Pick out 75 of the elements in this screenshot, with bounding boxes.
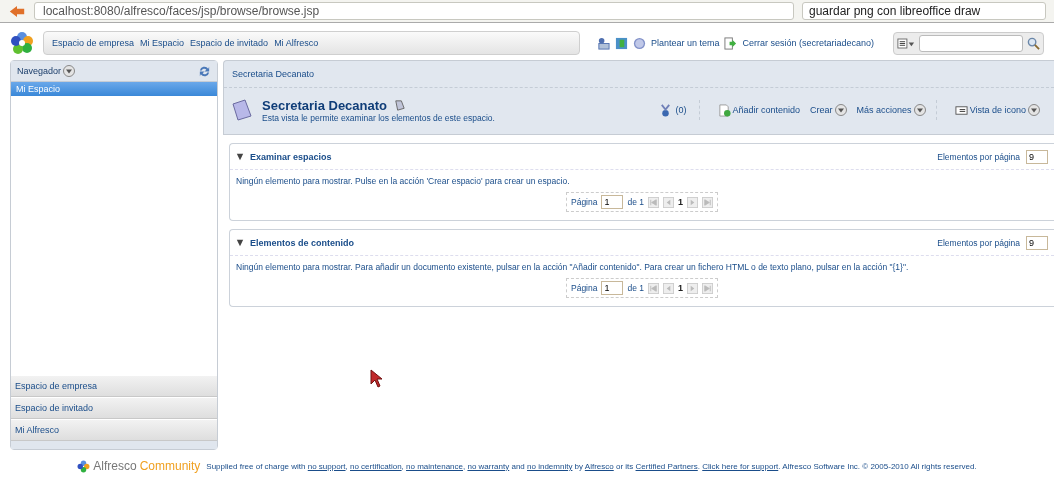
action-menu-link[interactable]: Crear xyxy=(810,104,847,116)
address-bar[interactable]: localhost:8080/alfresco/faces/jsp/browse/browse.jsp xyxy=(34,2,794,20)
last-page-icon[interactable] xyxy=(702,282,713,294)
nav-link[interactable]: Mi Alfresco xyxy=(274,38,319,48)
nav-link[interactable]: Mi Espacio xyxy=(140,38,185,48)
panel-title: Examinar espacios xyxy=(250,151,332,162)
empty-message: Ningún elemento para mostrar. Pulse en la acción 'Crear espacio' para crear un espacio. xyxy=(236,176,570,186)
footer-link[interactable]: Alfresco xyxy=(584,461,614,471)
logout-link[interactable]: Cerrar sesión (secretariadecano) xyxy=(742,38,874,48)
footer-link[interactable]: no warranty xyxy=(467,461,510,471)
dropdown-icon xyxy=(913,104,926,116)
page-label: Página xyxy=(571,197,598,207)
brand-name: Alfresco xyxy=(93,459,137,473)
per-page-label: Elementos por página xyxy=(937,237,1020,248)
browser-search-field[interactable]: guardar png con libreoffice draw xyxy=(802,2,1046,20)
footer-link[interactable]: no indemnity xyxy=(527,461,573,471)
refresh-icon[interactable] xyxy=(198,64,211,78)
first-page-icon[interactable] xyxy=(648,196,659,208)
user-profile-icon[interactable] xyxy=(596,36,610,50)
first-page-icon[interactable] xyxy=(648,282,659,294)
logo-icon xyxy=(77,459,91,473)
per-page-label: Elementos por página xyxy=(937,151,1020,162)
search-icon[interactable] xyxy=(1027,36,1040,50)
mouse-cursor-icon xyxy=(370,369,384,389)
back-icon[interactable] xyxy=(8,4,26,18)
add-document-icon xyxy=(717,103,731,117)
dropdown-icon xyxy=(834,104,847,116)
search-options-button[interactable] xyxy=(897,37,915,49)
sidebar-toggle-icon[interactable] xyxy=(614,36,628,50)
shelf-tab[interactable]: Mi Alfresco xyxy=(11,419,217,441)
nav-link[interactable]: Espacio de invitado xyxy=(190,38,269,48)
per-page-field[interactable]: 9 xyxy=(1026,235,1048,250)
logout-icon[interactable] xyxy=(724,36,738,50)
navigator-title: Navegador xyxy=(17,66,62,76)
previous-page-icon[interactable] xyxy=(663,196,674,208)
page-total: de 1 xyxy=(627,283,644,293)
users-icon[interactable] xyxy=(658,103,672,117)
empty-message: Ningún elemento para mostrar. Para añadir un documento existente, pulsar en la acción "Añadir contenido". Para crear un fichero HTML o de texto plano, pulsar en la acción "{1}". xyxy=(236,262,909,272)
page-label: Página xyxy=(571,283,598,293)
brand-edition: Community xyxy=(139,459,201,473)
help-link[interactable]: Plantear un tema xyxy=(650,38,720,48)
footer-notice: Supplied free of charge with no support, no certification, no maintenance, no warranty and no indemnity by Alfresco or its Certified Partners. Click here for support. Alfresco Software Inc. © 2005-2010 All rights reserved. xyxy=(206,461,977,471)
folder-icon xyxy=(230,98,254,122)
action-menu-link[interactable]: Más acciones xyxy=(856,104,926,116)
space-description: Esta vista le permite examinar los elementos de este espacio. xyxy=(262,112,495,123)
previous-page-icon[interactable] xyxy=(663,282,674,294)
list-view-icon xyxy=(954,103,968,117)
shelf-tab[interactable]: Espacio de empresa xyxy=(11,375,217,397)
per-page-field[interactable]: 9 xyxy=(1026,149,1048,164)
space-title: Secretaria Decanato xyxy=(262,97,387,113)
last-page-icon[interactable] xyxy=(702,196,713,208)
page-field[interactable]: 1 xyxy=(601,195,624,209)
shelf-tab[interactable]: Espacio de invitado xyxy=(11,397,217,419)
user-count: (0) xyxy=(675,105,687,115)
breadcrumb-link[interactable]: Secretaria Decanato xyxy=(232,69,315,79)
nav-link[interactable]: Espacio de empresa xyxy=(52,38,135,48)
search-field[interactable] xyxy=(919,34,1023,52)
footer-link[interactable]: no maintenance xyxy=(406,461,463,471)
collapse-toggle-icon[interactable] xyxy=(236,152,244,161)
help-icon[interactable] xyxy=(632,36,646,50)
dropdown-icon[interactable] xyxy=(63,65,76,77)
current-page: 1 xyxy=(678,283,683,293)
collapse-toggle-icon[interactable] xyxy=(236,238,244,247)
page-field[interactable]: 1 xyxy=(601,281,624,295)
view-menu-link[interactable]: Vista de icono xyxy=(954,103,1040,117)
add-content-link[interactable]: Añadir contenido xyxy=(717,103,801,117)
dropdown-icon xyxy=(1028,104,1040,116)
panel-title: Elementos de contenido xyxy=(250,237,354,248)
current-page: 1 xyxy=(678,197,683,207)
footer-link[interactable]: Certified Partners xyxy=(635,461,698,471)
page-total: de 1 xyxy=(627,197,644,207)
details-icon[interactable] xyxy=(393,98,406,112)
next-page-icon[interactable] xyxy=(687,196,698,208)
logo-icon xyxy=(10,31,34,55)
next-page-icon[interactable] xyxy=(687,282,698,294)
